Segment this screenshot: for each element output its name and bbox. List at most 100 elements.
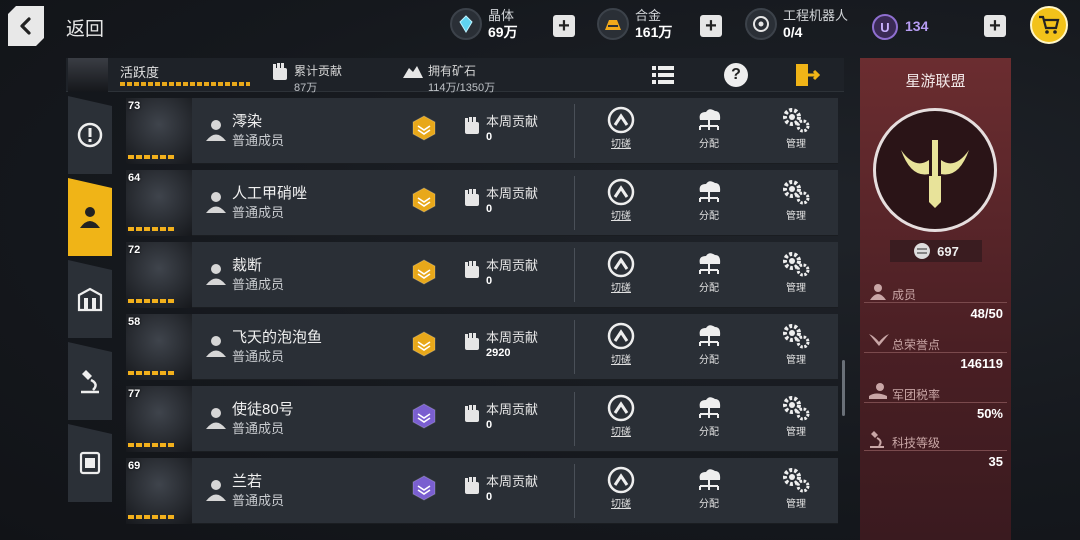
ore-label: 拥有矿石 xyxy=(428,64,477,78)
alliance-name: 星游联盟 xyxy=(905,73,966,90)
weekly-contribution-label: 本周贡献 xyxy=(486,402,539,417)
assign-button[interactable]: 分配 xyxy=(684,394,734,438)
honor-value: 146119 xyxy=(960,356,1003,371)
member-row[interactable]: 72 裁断 普通成员 本周贡献 0 切磋 分配 管理 xyxy=(126,242,838,308)
member-row[interactable]: 77 使徒80号 普通成员 本周贡献 0 切磋 分配 管理 xyxy=(126,386,838,452)
building-icon xyxy=(77,287,103,312)
assign-button[interactable]: 分配 xyxy=(684,178,734,222)
crystal-resource: 晶体 69万 xyxy=(450,8,518,40)
fist-icon xyxy=(465,333,479,350)
duel-button[interactable]: 切磋 xyxy=(596,250,646,294)
microscope-icon xyxy=(81,370,99,394)
cart-icon xyxy=(1039,15,1060,34)
tab-tech[interactable] xyxy=(68,342,112,420)
assign-label: 分配 xyxy=(699,427,719,438)
assign-button[interactable]: 分配 xyxy=(684,466,734,510)
weekly-contribution-value: 0 xyxy=(486,203,493,215)
fist-icon xyxy=(465,477,479,494)
member-level: 58 xyxy=(128,316,141,328)
guild-members-screen: { "top": { "back_label": "返回", "crystal"… xyxy=(0,0,1080,540)
u-currency-value: 134 xyxy=(905,18,929,34)
list-icon xyxy=(652,66,674,84)
divider xyxy=(574,320,575,374)
duel-button[interactable]: 切磋 xyxy=(596,178,646,222)
member-rank: 普通成员 xyxy=(232,493,285,508)
weekly-contribution-label: 本周贡献 xyxy=(486,114,539,129)
add-crystal-button[interactable]: + xyxy=(553,15,575,37)
question-icon: ? xyxy=(724,63,748,87)
manage-button[interactable]: 管理 xyxy=(771,394,821,438)
member-row[interactable]: 73 澪染 普通成员 本周贡献 0 切磋 分配 管理 xyxy=(126,98,838,164)
member-row[interactable]: 64 人工甲硝唑 普通成员 本周贡献 0 切磋 分配 管理 xyxy=(126,170,838,236)
guild-header-strip: 活跃度 累计贡献 87万 拥有矿石 114万/1350万 ? xyxy=(66,58,844,94)
network-cloud-icon xyxy=(699,253,721,274)
member-level: 73 xyxy=(128,100,141,112)
tab-events[interactable] xyxy=(68,424,112,502)
back-label[interactable]: 返回 xyxy=(66,14,104,41)
crystal-icon xyxy=(450,8,482,40)
duel-button[interactable]: 切磋 xyxy=(596,322,646,366)
alloy-value: 161万 xyxy=(635,24,673,40)
robot-resource: 工程机器人 0/4 xyxy=(745,8,848,40)
divider xyxy=(574,464,575,518)
rank-medal-icon xyxy=(412,187,436,213)
members-icon xyxy=(870,284,886,300)
member-level: 77 xyxy=(128,388,141,400)
member-row[interactable]: 69 兰若 普通成员 本周贡献 0 切磋 分配 管理 xyxy=(126,458,838,524)
tech-value: 35 xyxy=(988,454,1003,469)
manage-button[interactable]: 管理 xyxy=(771,106,821,150)
manage-label: 管理 xyxy=(786,499,806,510)
weekly-contribution-value: 0 xyxy=(486,131,493,143)
assign-button[interactable]: 分配 xyxy=(684,250,734,294)
duel-button[interactable]: 切磋 xyxy=(596,394,646,438)
member-row[interactable]: 58 飞天的泡泡鱼 普通成员 本周贡献 2920 切磋 分配 管理 xyxy=(126,314,838,380)
alloy-resource: 合金 161万 xyxy=(597,8,672,40)
manage-label: 管理 xyxy=(786,211,806,222)
person-icon xyxy=(206,264,226,285)
duel-label: 切磋 xyxy=(611,139,631,150)
assign-button[interactable]: 分配 xyxy=(684,106,734,150)
divider xyxy=(574,176,575,230)
list-button[interactable] xyxy=(648,60,678,90)
duel-button[interactable]: 切磋 xyxy=(596,466,646,510)
member-list-scrollbar[interactable] xyxy=(842,360,845,416)
add-u-currency-button[interactable]: + xyxy=(984,15,1006,37)
tab-base[interactable] xyxy=(68,260,112,338)
manage-button[interactable]: 管理 xyxy=(771,178,821,222)
help-button[interactable]: ? xyxy=(721,60,751,90)
alliance-score: 697 xyxy=(890,240,982,262)
coin-stack-icon xyxy=(914,243,931,259)
back-button[interactable] xyxy=(8,6,44,46)
member-rank: 普通成员 xyxy=(232,133,285,148)
manage-button[interactable]: 管理 xyxy=(771,250,821,294)
person-icon xyxy=(206,336,226,357)
duel-button[interactable]: 切磋 xyxy=(596,106,646,150)
gears-icon xyxy=(783,324,810,349)
tax-value: 50% xyxy=(976,406,1003,421)
add-alloy-button[interactable]: + xyxy=(700,15,722,37)
weekly-contribution-label: 本周贡献 xyxy=(486,258,539,273)
exit-guild-button[interactable] xyxy=(792,60,822,90)
weekly-contribution-value: 0 xyxy=(486,491,493,503)
duel-icon xyxy=(607,250,635,278)
weekly-contribution-value: 0 xyxy=(486,419,493,431)
weekly-contribution-label: 本周贡献 xyxy=(486,474,539,489)
alliance-panel: 星游联盟 697 成员 48/50 总荣誉点 146119 军团税率 50% 科… xyxy=(860,58,1011,540)
manage-button[interactable]: 管理 xyxy=(771,466,821,510)
divider xyxy=(864,302,1007,303)
network-cloud-icon xyxy=(699,397,721,418)
shop-cart-button[interactable] xyxy=(1030,6,1068,44)
crystal-label: 晶体 xyxy=(488,8,515,23)
alliance-emblem[interactable] xyxy=(873,108,997,232)
ore-value: 114万/1350万 xyxy=(428,82,496,94)
manage-button[interactable]: 管理 xyxy=(771,322,821,366)
tab-members[interactable] xyxy=(68,178,112,256)
alloy-label: 合金 xyxy=(635,8,662,23)
rank-medal-icon xyxy=(412,115,436,141)
rank-medal-icon xyxy=(412,331,436,357)
fist-icon xyxy=(465,189,479,206)
member-name: 澪染 xyxy=(232,113,263,130)
assign-button[interactable]: 分配 xyxy=(684,322,734,366)
tab-notice[interactable] xyxy=(68,96,112,174)
tech-label: 科技等级 xyxy=(892,436,941,450)
